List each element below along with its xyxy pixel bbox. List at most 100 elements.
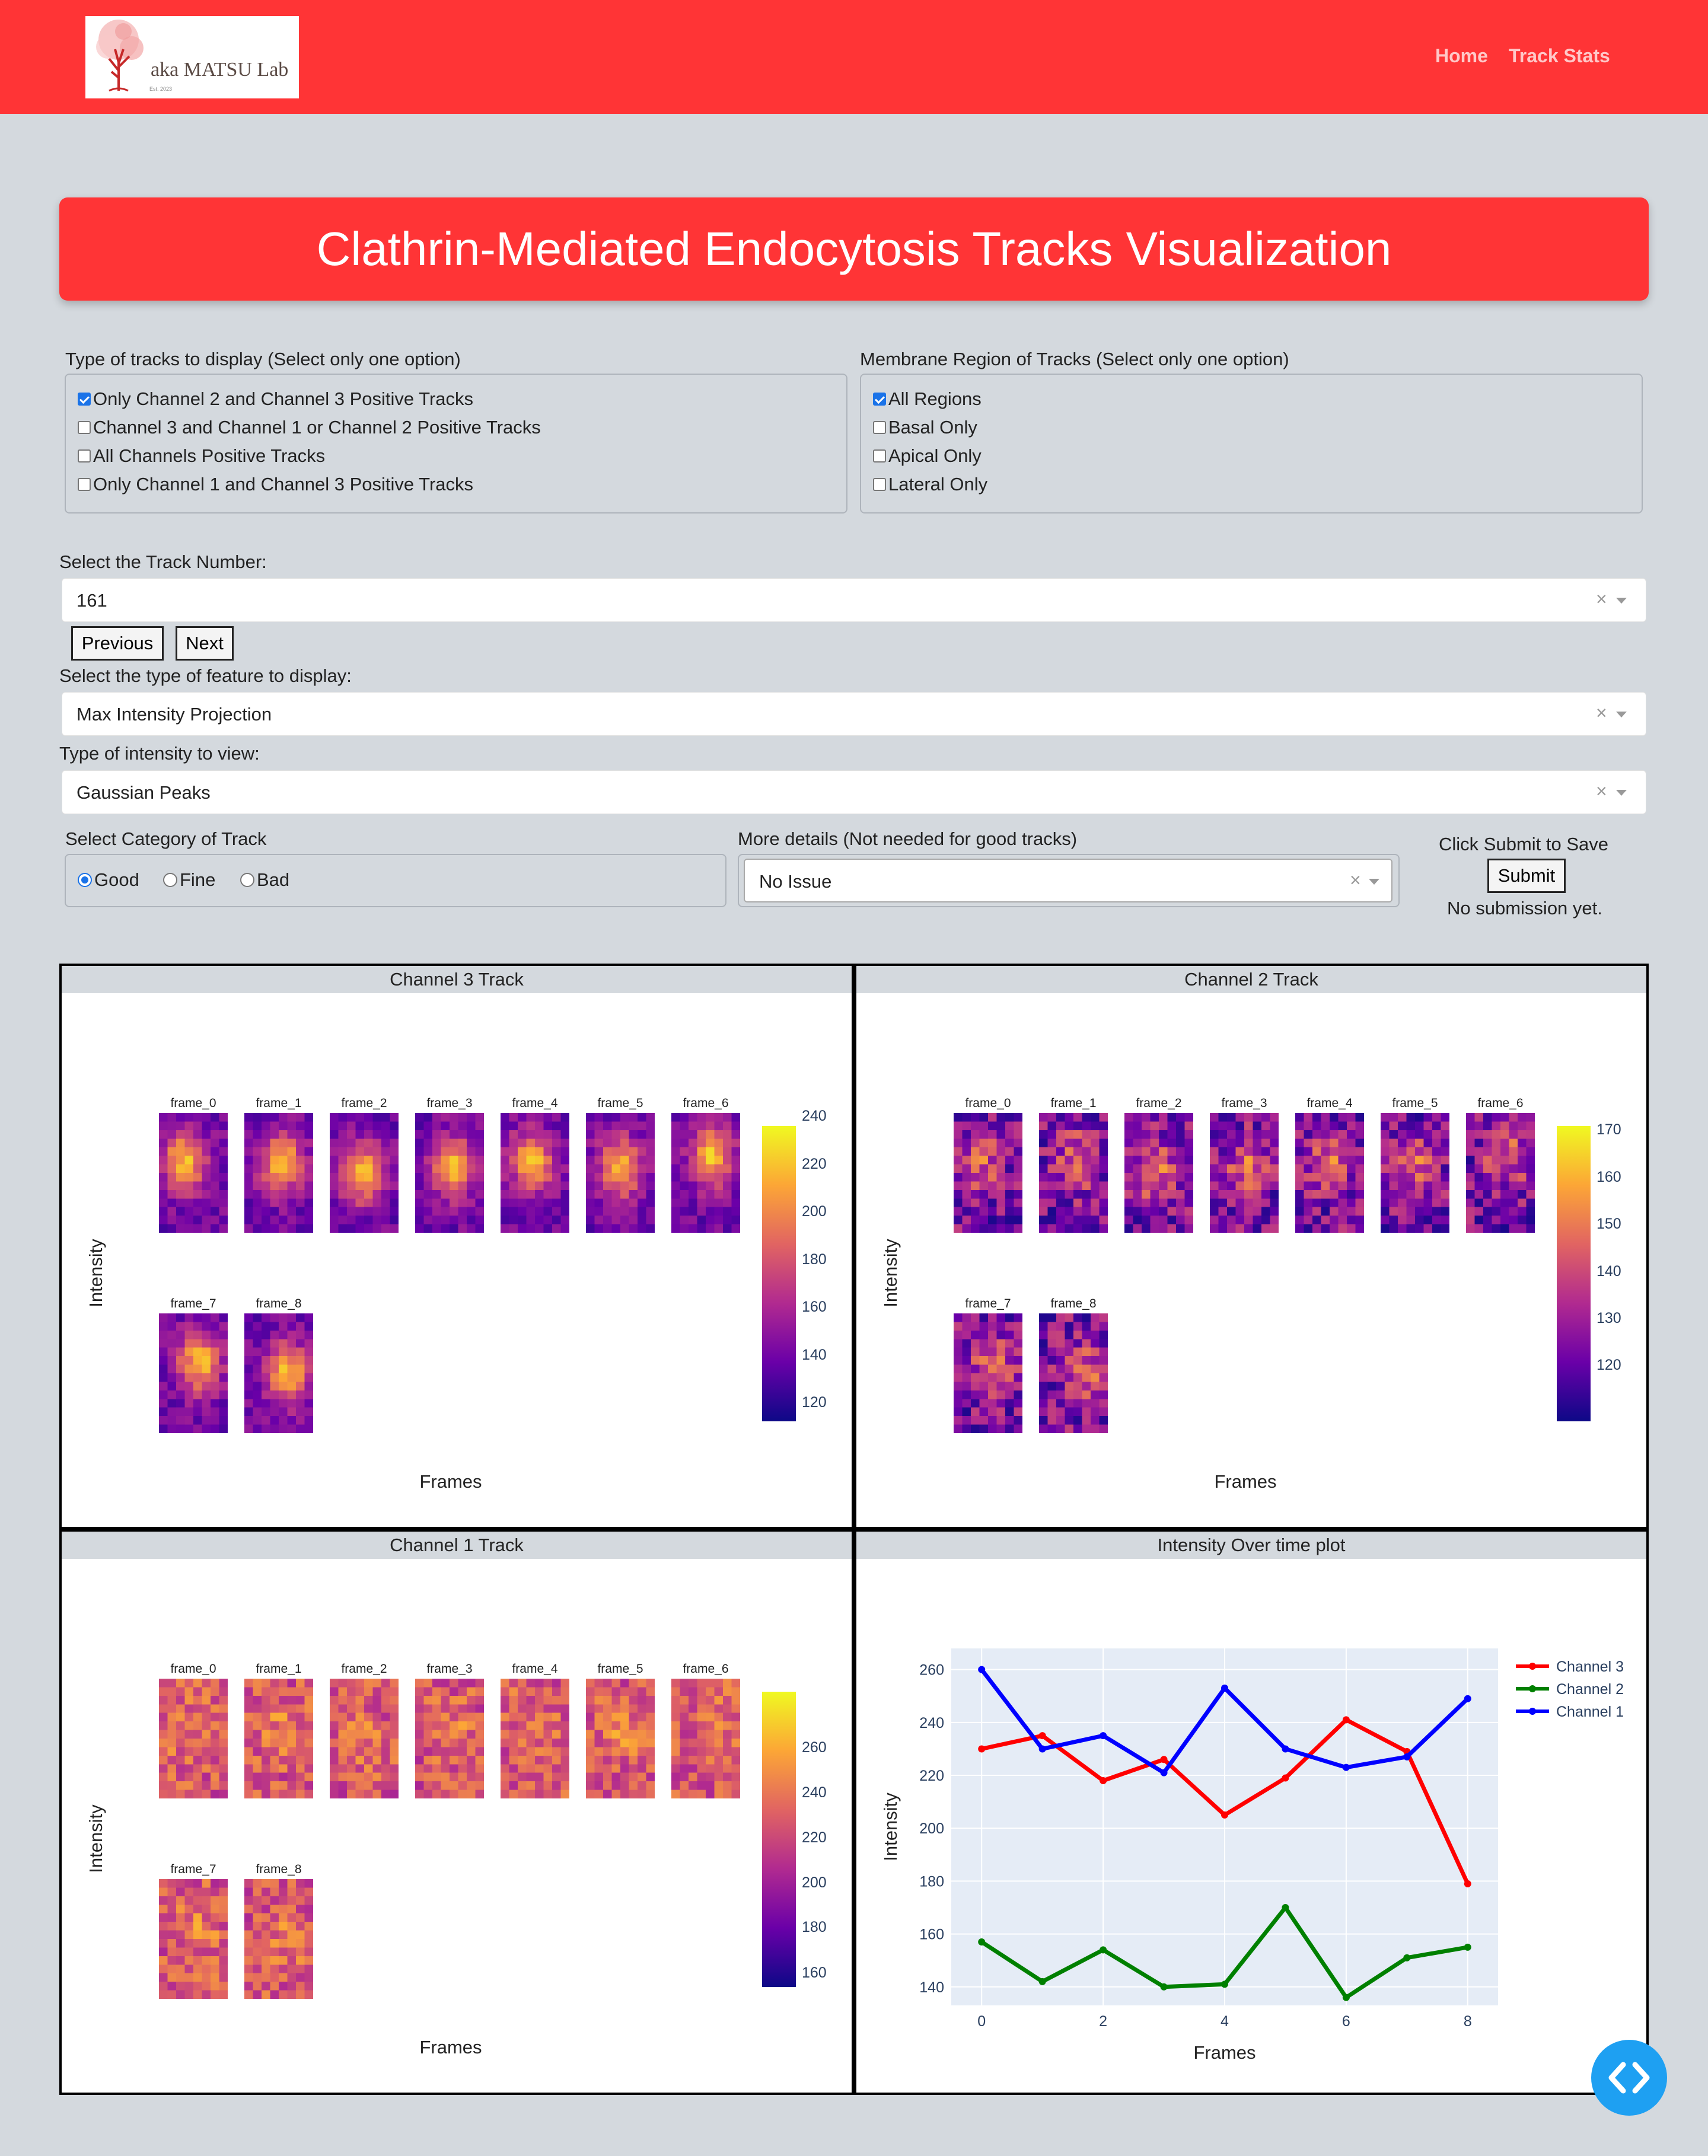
colorbar-tick-label: 180: [802, 1919, 827, 1935]
previous-button[interactable]: Previous: [71, 626, 164, 661]
clear-icon[interactable]: ×: [1596, 780, 1607, 802]
membrane-option-lateral[interactable]: Lateral Only: [873, 474, 987, 495]
membrane-option-apical[interactable]: Apical Only: [873, 445, 982, 467]
option-label: Fine: [180, 869, 216, 890]
checkbox[interactable]: [78, 393, 91, 406]
clear-icon[interactable]: ×: [1596, 588, 1607, 610]
intensity-select[interactable]: Gaussian Peaks ×: [62, 770, 1646, 814]
frame-label: frame_5: [1392, 1096, 1438, 1110]
checkbox[interactable]: [78, 449, 91, 463]
feature-select[interactable]: Max Intensity Projection ×: [62, 692, 1646, 736]
membrane-option-basal[interactable]: Basal Only: [873, 417, 977, 438]
series-point: [1342, 1763, 1350, 1771]
y-axis-label: Intensity: [85, 1239, 106, 1307]
series-point: [978, 1666, 986, 1673]
series-point: [1464, 1695, 1471, 1702]
checkbox[interactable]: [873, 393, 886, 406]
navbar: aka MATSU Lab Est. 2023 Home Track Stats: [0, 0, 1708, 114]
colorbar-tick-label: 120: [1597, 1357, 1621, 1373]
intensity-value: Gaussian Peaks: [77, 782, 211, 803]
lab-logo[interactable]: aka MATSU Lab Est. 2023: [85, 16, 299, 98]
colorbar: [762, 1692, 796, 1987]
track-number-value: 161: [77, 590, 107, 611]
series-point: [1221, 1811, 1228, 1819]
track-number-select[interactable]: 161 ×: [62, 578, 1646, 622]
frame-label: frame_5: [597, 1096, 643, 1110]
y-tick-label: 220: [919, 1768, 944, 1784]
page-title: Clathrin-Mediated Endocytosis Tracks Vis…: [59, 197, 1649, 301]
chevron-down-icon[interactable]: [1369, 879, 1379, 885]
colorbar-tick-label: 240: [802, 1108, 827, 1124]
checkbox[interactable]: [78, 421, 91, 434]
code-toggle-button[interactable]: [1591, 2040, 1667, 2116]
series-point: [1100, 1732, 1107, 1740]
y-tick-label: 140: [919, 1979, 944, 1996]
panel-title: Channel 3 Track: [62, 966, 852, 993]
option-label: Apical Only: [888, 445, 982, 466]
frame-label: frame_3: [426, 1096, 473, 1110]
details-label: More details (Not needed for good tracks…: [738, 828, 1078, 849]
submit-button[interactable]: Submit: [1487, 859, 1566, 893]
frame-label: frame_2: [341, 1662, 387, 1676]
y-tick-label: 200: [919, 1820, 944, 1837]
clear-icon[interactable]: ×: [1596, 702, 1607, 724]
colorbar-tick-label: 240: [802, 1784, 827, 1801]
chevron-down-icon[interactable]: [1616, 790, 1627, 796]
chevron-down-icon[interactable]: [1616, 598, 1627, 604]
frame-label: frame_6: [683, 1662, 729, 1676]
logo-est-text: Est. 2023: [149, 86, 173, 92]
legend-label: Channel 3: [1556, 1659, 1624, 1675]
frame-heatmap: [586, 1679, 655, 1798]
legend-marker: [1529, 1663, 1536, 1670]
track-type-option-1[interactable]: Only Channel 2 and Channel 3 Positive Tr…: [78, 388, 473, 410]
colorbar-tick-label: 160: [802, 1964, 827, 1981]
tree-icon: [96, 20, 144, 92]
frame-heatmap: [244, 1879, 313, 1999]
checkbox[interactable]: [873, 421, 886, 434]
y-tick-label: 260: [919, 1662, 944, 1679]
series-point: [1282, 1904, 1289, 1912]
chevron-down-icon[interactable]: [1616, 712, 1627, 717]
x-tick-label: 4: [1221, 2013, 1229, 2030]
nav-home-link[interactable]: Home: [1435, 45, 1488, 67]
category-good-radio[interactable]: Good: [78, 869, 139, 891]
radio[interactable]: [78, 873, 92, 887]
channel-1-track-panel: Channel 1 Track Intensity Frames frame_0…: [59, 1529, 854, 2095]
next-button[interactable]: Next: [176, 626, 234, 661]
track-type-option-4[interactable]: Only Channel 1 and Channel 3 Positive Tr…: [78, 474, 473, 495]
frame-label: frame_4: [512, 1662, 558, 1676]
frame-label: frame_1: [1050, 1096, 1097, 1110]
membrane-group: All Regions Basal Only Apical Only Later…: [860, 374, 1643, 514]
membrane-option-all[interactable]: All Regions: [873, 388, 982, 410]
checkbox[interactable]: [873, 449, 886, 463]
clear-icon[interactable]: ×: [1350, 869, 1361, 891]
frame-heatmap: [244, 1679, 313, 1798]
nav-track-stats-link[interactable]: Track Stats: [1509, 45, 1610, 67]
details-group: No Issue ×: [738, 854, 1400, 907]
colorbar-tick-label: 120: [802, 1394, 827, 1411]
track-type-option-2[interactable]: Channel 3 and Channel 1 or Channel 2 Pos…: [78, 417, 541, 438]
intensity-line-chart: 140 160 180 200 220 240 260 0 2 4 6 8 Frames Intensit…: [880, 1648, 1624, 2063]
frame-heatmap: [954, 1113, 1022, 1233]
radio[interactable]: [240, 873, 254, 887]
radio[interactable]: [163, 873, 177, 887]
colorbar-tick-label: 200: [802, 1874, 827, 1891]
checkbox[interactable]: [873, 478, 886, 491]
category-bad-radio[interactable]: Bad: [240, 869, 289, 891]
series-point: [1403, 1954, 1411, 1962]
category-group: Good Fine Bad: [65, 854, 726, 907]
frame-label: frame_0: [965, 1096, 1011, 1110]
details-select[interactable]: No Issue ×: [744, 859, 1392, 902]
colorbar-tick-label: 260: [802, 1739, 827, 1756]
checkbox[interactable]: [78, 478, 91, 491]
option-label: Good: [94, 869, 139, 890]
series-point: [1038, 1745, 1046, 1753]
option-label: All Regions: [888, 388, 982, 409]
frame-heatmap: [586, 1113, 655, 1233]
panel-title: Channel 2 Track: [856, 966, 1646, 993]
frame-label: frame_8: [1050, 1297, 1097, 1310]
series-point: [1464, 1943, 1471, 1951]
track-type-option-3[interactable]: All Channels Positive Tracks: [78, 445, 325, 467]
category-fine-radio[interactable]: Fine: [163, 869, 215, 891]
series-point: [1160, 1769, 1168, 1777]
